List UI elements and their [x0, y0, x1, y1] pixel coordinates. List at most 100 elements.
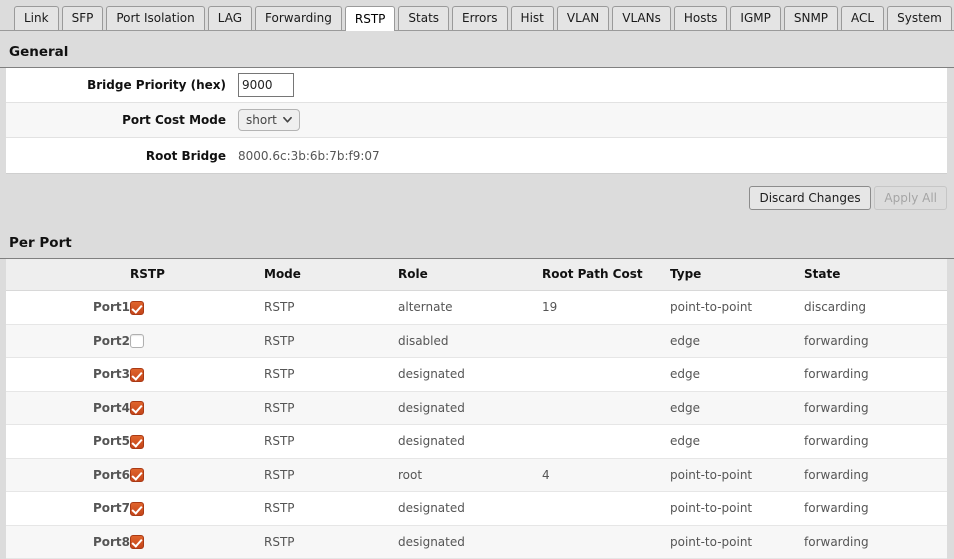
rstp-enable-cell	[130, 358, 264, 392]
root-bridge-row: Root Bridge 8000.6c:3b:6b:7b:f9:07	[6, 138, 947, 173]
role-cell: alternate	[398, 291, 542, 325]
state-cell: forwarding	[804, 458, 947, 492]
role-cell: disabled	[398, 324, 542, 358]
type-cell: point-to-point	[670, 492, 804, 526]
port-cost-mode-select[interactable]: short	[238, 109, 300, 131]
tab-link[interactable]: Link	[14, 6, 59, 30]
type-cell: point-to-point	[670, 458, 804, 492]
table-row: Port8RSTPdesignatedpoint-to-pointforward…	[6, 525, 947, 559]
tab-vlans[interactable]: VLANs	[612, 6, 671, 30]
checkbox-checked-icon[interactable]	[130, 468, 144, 482]
tab-stats[interactable]: Stats	[398, 6, 449, 30]
port-label: Port2	[6, 324, 130, 358]
port-label: Port1	[6, 291, 130, 325]
port-label: Port5	[6, 425, 130, 459]
mode-cell: RSTP	[264, 425, 398, 459]
table-header-row: RSTPModeRoleRoot Path CostTypeState	[6, 259, 947, 291]
mode-cell: RSTP	[264, 291, 398, 325]
bridge-priority-input[interactable]	[238, 73, 294, 97]
root-path-cost-cell	[542, 358, 670, 392]
type-cell: point-to-point	[670, 525, 804, 559]
type-cell: edge	[670, 358, 804, 392]
table-row: Port4RSTPdesignatededgeforwarding	[6, 391, 947, 425]
rstp-enable-cell	[130, 425, 264, 459]
root-bridge-value: 8000.6c:3b:6b:7b:f9:07	[238, 149, 947, 163]
role-cell: designated	[398, 391, 542, 425]
checkbox-checked-icon[interactable]	[130, 435, 144, 449]
root-path-cost-cell: 19	[542, 291, 670, 325]
root-path-cost-cell	[542, 425, 670, 459]
checkbox-unchecked-icon[interactable]	[130, 334, 144, 348]
column-header-port	[6, 259, 130, 291]
mode-cell: RSTP	[264, 324, 398, 358]
tab-port-isolation[interactable]: Port Isolation	[106, 6, 204, 30]
tab-bar: LinkSFPPort IsolationLAGForwardingRSTPSt…	[0, 0, 954, 31]
column-header-state: State	[804, 259, 947, 291]
table-row: Port2 RSTPdisabled edgeforwarding	[6, 324, 947, 358]
type-cell: point-to-point	[670, 291, 804, 325]
tab-hist[interactable]: Hist	[511, 6, 554, 30]
port-cost-mode-value-cell: short	[238, 109, 947, 131]
mode-cell: RSTP	[264, 525, 398, 559]
discard-changes-button[interactable]: Discard Changes	[749, 186, 870, 210]
table-row: Port3RSTPdesignatededgeforwarding	[6, 358, 947, 392]
checkbox-checked-icon[interactable]	[130, 502, 144, 516]
general-panel: Bridge Priority (hex) Port Cost Mode sho…	[6, 68, 947, 174]
tab-igmp[interactable]: IGMP	[730, 6, 780, 30]
bridge-priority-value-cell	[238, 73, 947, 97]
table-row: Port7RSTPdesignatedpoint-to-pointforward…	[6, 492, 947, 526]
column-header-mode: Mode	[264, 259, 398, 291]
tab-acl[interactable]: ACL	[841, 6, 884, 30]
mode-cell: RSTP	[264, 458, 398, 492]
port-label: Port6	[6, 458, 130, 492]
port-cost-mode-selected-value: short	[246, 113, 277, 127]
state-cell: forwarding	[804, 425, 947, 459]
port-label: Port8	[6, 525, 130, 559]
per-port-table-head: RSTPModeRoleRoot Path CostTypeState	[6, 259, 947, 291]
root-path-cost-cell	[542, 525, 670, 559]
page-content: General Bridge Priority (hex) Port Cost …	[0, 31, 954, 559]
port-cost-mode-row: Port Cost Mode short	[6, 103, 947, 138]
state-cell: forwarding	[804, 391, 947, 425]
root-path-cost-cell: 4	[542, 458, 670, 492]
checkbox-checked-icon[interactable]	[130, 301, 144, 315]
role-cell: designated	[398, 358, 542, 392]
tab-sfp[interactable]: SFP	[62, 6, 104, 30]
tab-vlan[interactable]: VLAN	[557, 6, 609, 30]
bridge-priority-row: Bridge Priority (hex)	[6, 68, 947, 103]
action-button-bar: Discard Changes Apply All	[0, 174, 954, 222]
state-cell: forwarding	[804, 324, 947, 358]
tab-forwarding[interactable]: Forwarding	[255, 6, 342, 30]
type-cell: edge	[670, 425, 804, 459]
rstp-enable-cell	[130, 492, 264, 526]
port-label: Port4	[6, 391, 130, 425]
rstp-enable-cell	[130, 525, 264, 559]
root-path-cost-cell	[542, 492, 670, 526]
role-cell: root	[398, 458, 542, 492]
table-row: Port5RSTPdesignatededgeforwarding	[6, 425, 947, 459]
type-cell: edge	[670, 324, 804, 358]
root-path-cost-cell	[542, 324, 670, 358]
per-port-table-body: Port1RSTPalternate19point-to-pointdiscar…	[6, 291, 947, 559]
general-section-title: General	[0, 31, 954, 68]
checkbox-checked-icon[interactable]	[130, 368, 144, 382]
tab-errors[interactable]: Errors	[452, 6, 508, 30]
port-cost-mode-label: Port Cost Mode	[6, 113, 238, 127]
root-path-cost-cell	[542, 391, 670, 425]
state-cell: discarding	[804, 291, 947, 325]
per-port-section-title: Per Port	[0, 222, 954, 259]
port-label: Port3	[6, 358, 130, 392]
tab-lag[interactable]: LAG	[208, 6, 252, 30]
tab-rstp[interactable]: RSTP	[345, 6, 396, 31]
checkbox-checked-icon[interactable]	[130, 401, 144, 415]
mode-cell: RSTP	[264, 492, 398, 526]
tab-system[interactable]: System	[887, 6, 952, 30]
role-cell: designated	[398, 492, 542, 526]
tab-snmp[interactable]: SNMP	[784, 6, 838, 30]
rstp-enable-cell	[130, 324, 264, 358]
column-header-role: Role	[398, 259, 542, 291]
tab-hosts[interactable]: Hosts	[674, 6, 728, 30]
bridge-priority-label: Bridge Priority (hex)	[6, 78, 238, 92]
table-row: Port1 RSTPalternate19point-to-pointdiscar…	[6, 291, 947, 325]
table-row: Port6 RSTProot4point-to-pointforwarding	[6, 458, 947, 492]
